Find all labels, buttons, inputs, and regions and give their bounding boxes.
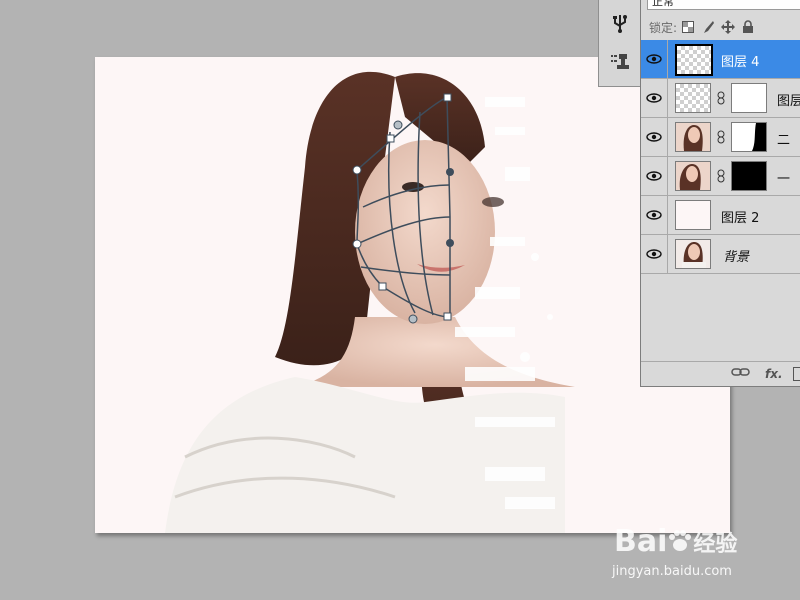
watermark-url: jingyan.baidu.com xyxy=(612,564,732,579)
link-icon[interactable] xyxy=(731,367,751,377)
lock-brush-icon[interactable] xyxy=(701,20,715,34)
layer-row-layer2[interactable]: 图层 2 xyxy=(641,196,800,235)
chain-link-icon[interactable] xyxy=(715,168,727,184)
layers-panel-footer: fx. xyxy=(641,361,800,386)
layer-name: 图层 xyxy=(777,94,800,109)
blend-mode-select[interactable]: 正常 xyxy=(647,0,800,10)
layer-row-one[interactable]: 一 xyxy=(641,157,800,196)
canvas-image xyxy=(165,71,575,533)
layer-name: 背景 xyxy=(723,250,750,265)
document-canvas[interactable] xyxy=(95,57,730,533)
eye-icon[interactable] xyxy=(641,118,668,156)
face-shape xyxy=(355,140,495,324)
watermark-brand: Bai 经验 xyxy=(614,524,738,559)
layer-list: 图层 4 图层 xyxy=(641,40,800,274)
layer-thumbnail xyxy=(675,83,711,113)
eye-icon[interactable] xyxy=(641,157,668,195)
layer-mask-thumbnail[interactable] xyxy=(731,122,767,152)
lock-all-icon[interactable] xyxy=(741,20,755,34)
eye-icon[interactable] xyxy=(641,40,668,78)
lock-transparent-icon[interactable] xyxy=(681,20,695,34)
eye-icon[interactable] xyxy=(641,79,668,117)
layer-thumbnail xyxy=(675,44,713,76)
chain-link-icon[interactable] xyxy=(715,90,727,106)
dress-shape xyxy=(165,377,565,533)
usb-icon[interactable] xyxy=(607,10,633,36)
layer-thumbnail xyxy=(675,122,711,152)
layer-mask-thumbnail[interactable] xyxy=(731,83,767,113)
lock-move-icon[interactable] xyxy=(721,20,736,34)
layers-stamp-icon[interactable] xyxy=(607,48,633,74)
layer-mask-thumbnail[interactable] xyxy=(731,161,767,191)
panel-toolstrip xyxy=(598,0,641,87)
layer-row-two[interactable]: 二 xyxy=(641,118,800,157)
baidu-watermark: Bai 经验 jingyan.baidu.com xyxy=(612,518,792,588)
layer-row-background[interactable]: 背景 xyxy=(641,235,800,274)
layer-row-layer[interactable]: 图层 xyxy=(641,79,800,118)
lock-row: 锁定: xyxy=(641,14,800,40)
layer-thumbnail xyxy=(675,200,711,230)
layer-thumbnail xyxy=(675,161,711,191)
layer-name: 图层 2 xyxy=(721,211,760,226)
layer-name: 图层 4 xyxy=(721,55,760,70)
layer-name: 一 xyxy=(777,172,791,187)
paw-icon xyxy=(667,526,693,551)
layer-thumbnail xyxy=(675,239,711,269)
chain-link-icon[interactable] xyxy=(715,129,727,145)
fx-icon[interactable]: fx. xyxy=(765,367,783,381)
layers-panel: 正常 锁定: 图层 4 图 二 一 图层 2 背景 fx. xyxy=(640,0,800,387)
eye-icon[interactable] xyxy=(641,235,668,273)
eye-icon[interactable] xyxy=(641,196,668,234)
layer-name: 二 xyxy=(777,133,791,148)
lock-label: 锁定: xyxy=(649,20,678,35)
layer-row-layer4[interactable]: 图层 4 xyxy=(641,40,800,79)
mask-icon[interactable] xyxy=(793,367,800,381)
